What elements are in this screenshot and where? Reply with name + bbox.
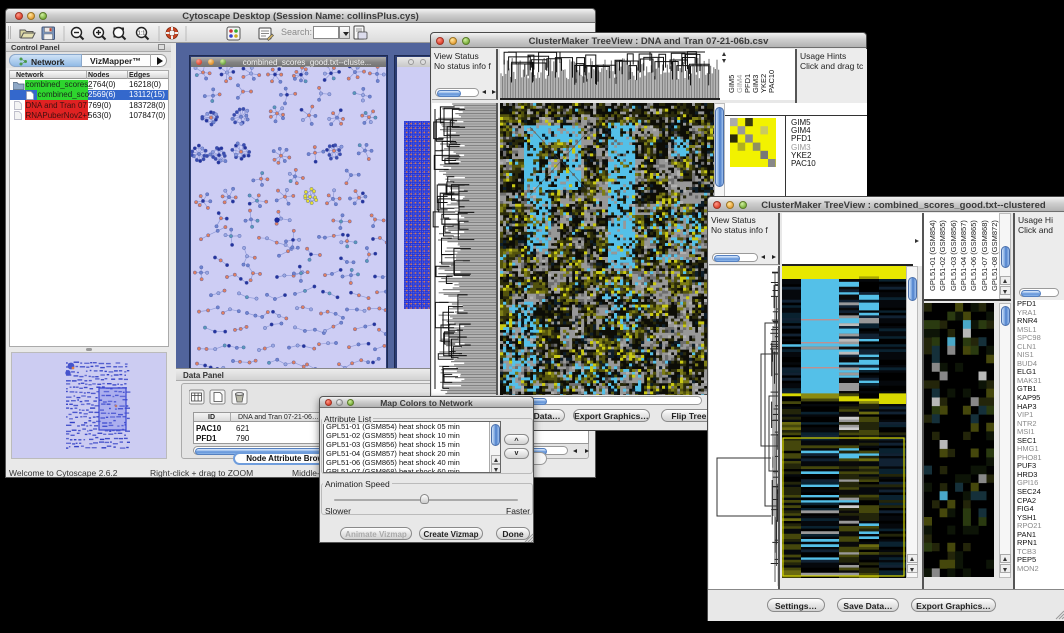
svg-text:1:1: 1:1	[138, 31, 146, 37]
